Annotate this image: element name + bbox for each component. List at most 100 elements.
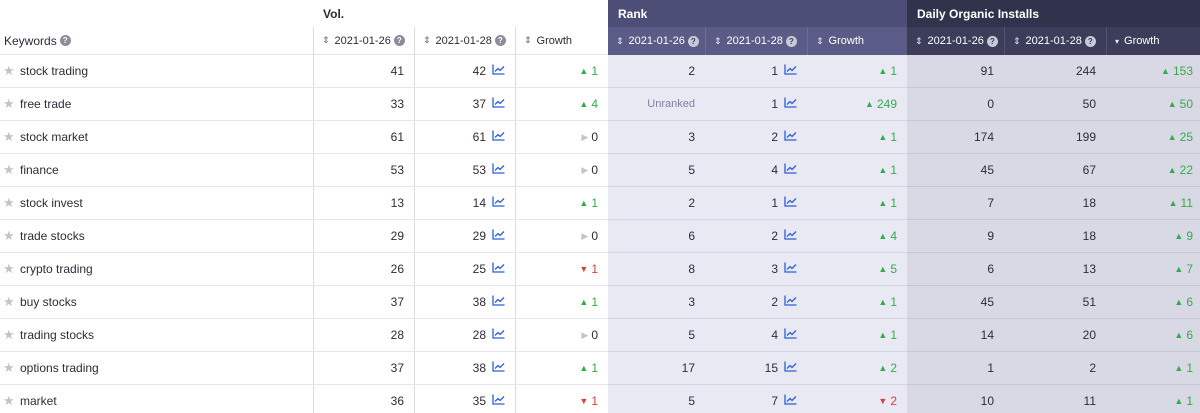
star-icon[interactable]: ★ <box>3 294 20 310</box>
vol-value: 53 <box>390 163 404 177</box>
growth-up-icon: ▲ <box>1174 396 1184 406</box>
star-icon[interactable]: ★ <box>3 63 20 79</box>
growth-cell: ▲ 50 <box>1106 88 1200 121</box>
growth-up-icon: ▲ <box>1167 132 1177 142</box>
trend-chart-icon[interactable] <box>778 97 797 111</box>
rank-date1-cell: 2 <box>608 55 705 88</box>
help-icon[interactable]: ? <box>785 35 797 47</box>
col-header-rank-growth[interactable]: ⇕ Growth <box>807 27 907 55</box>
trend-chart-icon[interactable] <box>778 64 797 78</box>
col-header-vol-growth[interactable]: ⇕ Growth <box>515 27 608 55</box>
vol-date2-cell: 14 <box>414 187 515 220</box>
vol-date2-cell: 37 <box>414 88 515 121</box>
trend-chart-icon[interactable] <box>778 295 797 309</box>
rank-date1-cell: 5 <box>608 385 705 413</box>
col-header-rank-date1[interactable]: ⇕ 2021-01-26? <box>608 27 705 55</box>
trend-chart-icon[interactable] <box>778 361 797 375</box>
trend-chart-icon[interactable] <box>778 163 797 177</box>
growth-value: 7 <box>1186 262 1193 276</box>
installs-value: 199 <box>1075 130 1096 144</box>
rank-date1-cell: 3 <box>608 286 705 319</box>
growth-cell: ▲ 1 <box>515 352 608 385</box>
installs-value: 51 <box>1082 295 1096 309</box>
star-icon[interactable]: ★ <box>3 96 20 112</box>
col-label: Growth <box>828 35 865 47</box>
group-vol-label: Vol. <box>323 6 345 21</box>
keyword-label: trade stocks <box>20 229 85 243</box>
growth-value: 2 <box>890 394 897 408</box>
growth-value: 9 <box>1186 229 1193 243</box>
trend-chart-icon[interactable] <box>486 130 505 144</box>
keyword-cell: ★ crypto trading <box>0 253 313 286</box>
col-label: Growth <box>1124 35 1160 47</box>
growth-value: 22 <box>1179 163 1193 177</box>
star-icon[interactable]: ★ <box>3 261 20 277</box>
star-icon[interactable]: ★ <box>3 162 20 178</box>
trend-chart-icon[interactable] <box>486 196 505 210</box>
growth-value: 1 <box>591 295 598 309</box>
trend-chart-icon[interactable] <box>486 295 505 309</box>
star-icon[interactable]: ★ <box>3 195 20 211</box>
col-header-installs-date1[interactable]: ⇕ 2021-01-26? <box>907 27 1004 55</box>
trend-chart-icon[interactable] <box>778 229 797 243</box>
group-header-installs: Daily Organic Installs <box>907 0 1200 27</box>
help-icon[interactable]: ? <box>59 35 71 46</box>
trend-chart-icon[interactable] <box>486 394 505 408</box>
trend-chart-icon[interactable] <box>486 163 505 177</box>
trend-chart-icon[interactable] <box>486 328 505 342</box>
vol-value: 29 <box>472 229 486 243</box>
help-icon[interactable]: ? <box>687 35 699 47</box>
installs-date1-cell: 7 <box>907 187 1004 220</box>
rank-date2-cell: 1 <box>705 88 807 121</box>
trend-chart-icon[interactable] <box>778 130 797 144</box>
growth-value: 11 <box>1180 196 1193 210</box>
rank-value: 3 <box>688 130 695 144</box>
col-header-installs-date2[interactable]: ⇕ 2021-01-28? <box>1004 27 1106 55</box>
trend-chart-icon[interactable] <box>486 361 505 375</box>
col-header-rank-date2[interactable]: ⇕ 2021-01-28? <box>705 27 807 55</box>
trend-chart-icon[interactable] <box>486 262 505 276</box>
growth-cell: ▲ 1 <box>515 286 608 319</box>
trend-chart-icon[interactable] <box>486 229 505 243</box>
trend-chart-icon[interactable] <box>778 196 797 210</box>
trend-chart-icon[interactable] <box>778 394 797 408</box>
installs-date2-cell: 2 <box>1004 352 1106 385</box>
help-icon[interactable]: ? <box>1084 35 1096 47</box>
group-header-vol: Vol. <box>313 0 608 27</box>
growth-value: 1 <box>1186 394 1193 408</box>
rank-date1-cell: 6 <box>608 220 705 253</box>
growth-up-icon: ▲ <box>878 330 888 340</box>
rank-date2-cell: 7 <box>705 385 807 413</box>
growth-cell: ▼ 1 <box>515 253 608 286</box>
col-header-installs-growth[interactable]: ▾ Growth <box>1106 27 1200 55</box>
trend-chart-icon[interactable] <box>486 64 505 78</box>
help-icon[interactable]: ? <box>986 35 998 47</box>
growth-up-icon: ▲ <box>579 66 589 76</box>
star-icon[interactable]: ★ <box>3 228 20 244</box>
growth-cell: ▲ 6 <box>1106 286 1200 319</box>
trend-chart-icon[interactable] <box>486 97 505 111</box>
col-header-vol-date1[interactable]: ⇕ 2021-01-26? <box>313 27 414 55</box>
star-icon[interactable]: ★ <box>3 129 20 145</box>
growth-value: 1 <box>591 64 598 78</box>
star-icon[interactable]: ★ <box>3 360 20 376</box>
keyword-table: Vol. Rank Daily Organic Installs Keyword… <box>0 0 1200 55</box>
star-icon[interactable]: ★ <box>3 327 20 343</box>
installs-date2-cell: 13 <box>1004 253 1106 286</box>
vol-value: 42 <box>472 64 486 78</box>
keyword-cell: ★ trade stocks <box>0 220 313 253</box>
col-header-keywords[interactable]: Keywords? <box>0 27 313 55</box>
star-icon[interactable]: ★ <box>3 393 20 409</box>
trend-chart-icon[interactable] <box>778 328 797 342</box>
keyword-label: stock market <box>20 130 89 144</box>
rank-value: 4 <box>771 328 778 342</box>
vol-value: 14 <box>472 196 486 210</box>
help-icon[interactable]: ? <box>494 35 506 46</box>
growth-up-icon: ▲ <box>878 66 888 76</box>
trend-chart-icon[interactable] <box>778 262 797 276</box>
keyword-cell: ★ stock market <box>0 121 313 154</box>
rank-value: 8 <box>688 262 695 276</box>
col-header-vol-date2[interactable]: ⇕ 2021-01-28? <box>414 27 515 55</box>
help-icon[interactable]: ? <box>393 35 405 46</box>
growth-up-icon: ▲ <box>1167 99 1177 109</box>
